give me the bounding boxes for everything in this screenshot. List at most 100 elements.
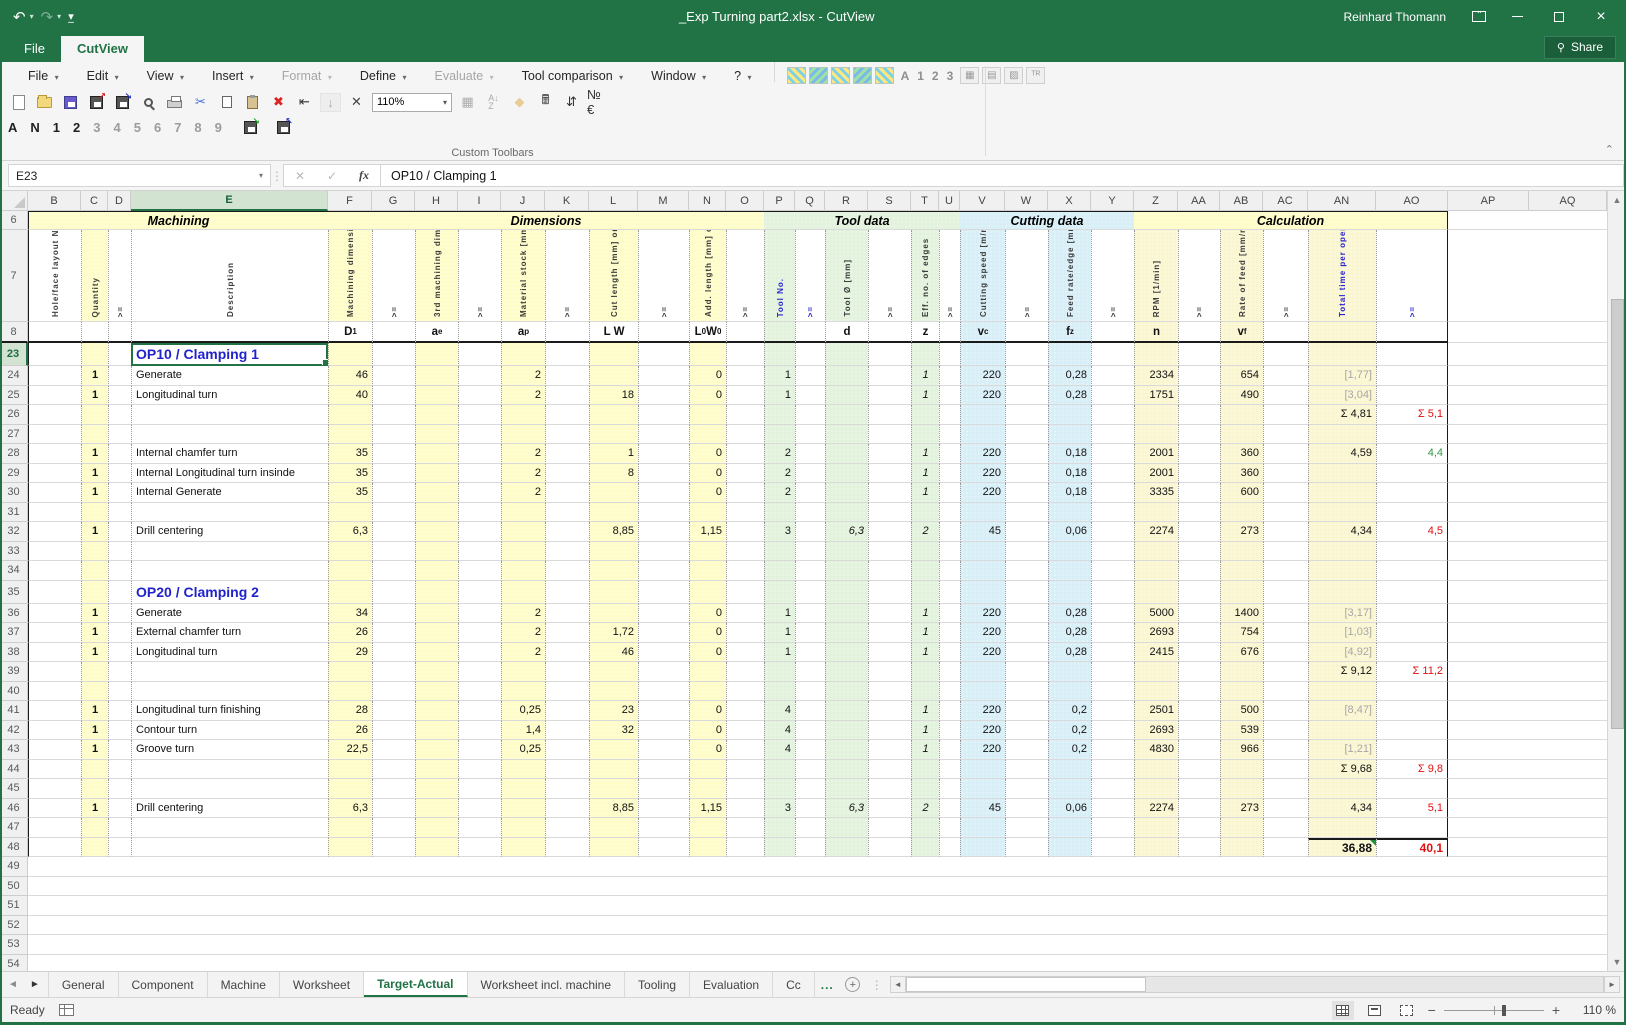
zoom-in-icon[interactable]: + [1552, 1002, 1560, 1018]
cell-W36[interactable] [1005, 604, 1048, 624]
cell-Z33[interactable] [1134, 542, 1178, 562]
cell-O34[interactable] [726, 561, 764, 581]
cell-AQ45[interactable] [1529, 779, 1607, 799]
cell-L41[interactable]: 23 [589, 701, 638, 721]
cell-Y35[interactable] [1091, 581, 1134, 604]
cell-B49[interactable] [28, 857, 81, 877]
cell-AQ38[interactable] [1529, 643, 1607, 663]
cell-K41[interactable] [545, 701, 589, 721]
cell-J38[interactable]: 2 [501, 643, 545, 663]
tab-overflow[interactable]: ... [815, 972, 840, 997]
cell-E35[interactable]: OP20 / Clamping 2 [131, 581, 328, 604]
sheet-tab-evaluation[interactable]: Evaluation [690, 972, 773, 997]
cell-Z41[interactable]: 2501 [1134, 701, 1178, 721]
cell-F46[interactable]: 6,3 [328, 799, 372, 819]
cell-X50[interactable] [1048, 877, 1091, 897]
cell-H52[interactable] [415, 916, 458, 936]
level-button-6[interactable]: 6 [154, 120, 161, 135]
cell-V30[interactable]: 220 [960, 483, 1005, 503]
cut-icon[interactable]: ✂ [190, 93, 211, 112]
cell-X52[interactable] [1048, 916, 1091, 936]
cell-AP45[interactable] [1448, 779, 1529, 799]
cell-T25[interactable]: 1 [911, 386, 939, 406]
cell-X46[interactable]: 0,06 [1048, 799, 1091, 819]
row-header-47[interactable]: 47 [0, 818, 28, 838]
formula-bar-splitter[interactable]: ⋮ [271, 164, 283, 187]
cell-M42[interactable] [638, 721, 689, 741]
cell-N31[interactable] [689, 503, 726, 523]
unit-header-AO[interactable] [1376, 322, 1448, 343]
row-header-37[interactable]: 37 [0, 623, 28, 643]
cell-AA41[interactable] [1178, 701, 1220, 721]
cell-Q25[interactable] [795, 386, 825, 406]
cell-V39[interactable] [960, 662, 1005, 682]
cell-U47[interactable] [939, 818, 960, 838]
cell-Q31[interactable] [795, 503, 825, 523]
cell-M35[interactable] [638, 581, 689, 604]
column-header-L[interactable]: L [589, 191, 638, 211]
field-header-D[interactable]: >= [108, 230, 131, 322]
cell-F32[interactable]: 6,3 [328, 522, 372, 542]
cell-C42[interactable]: 1 [81, 721, 108, 741]
cell-B34[interactable] [28, 561, 81, 581]
cell-V42[interactable]: 220 [960, 721, 1005, 741]
unit-header-H[interactable]: ae [415, 322, 458, 343]
cell-U52[interactable] [939, 916, 960, 936]
cell-D26[interactable] [108, 405, 131, 425]
cluster-button-a[interactable]: A [897, 69, 914, 83]
cell-AO43[interactable] [1376, 740, 1448, 760]
cell-AO26[interactable]: Σ 5,1 [1376, 405, 1448, 425]
cell-K34[interactable] [545, 561, 589, 581]
cell-AC45[interactable] [1263, 779, 1308, 799]
cell-C43[interactable]: 1 [81, 740, 108, 760]
cell-X37[interactable]: 0,28 [1048, 623, 1091, 643]
cell-AQ27[interactable] [1529, 425, 1607, 445]
cell-D32[interactable] [108, 522, 131, 542]
cell-T45[interactable] [911, 779, 939, 799]
cell-AB52[interactable] [1220, 916, 1263, 936]
cell-AB41[interactable]: 500 [1220, 701, 1263, 721]
cell-K33[interactable] [545, 542, 589, 562]
cell-AO50[interactable] [1376, 877, 1448, 897]
cell-Z54[interactable] [1134, 955, 1178, 972]
cell-D37[interactable] [108, 623, 131, 643]
column-header-W[interactable]: W [1005, 191, 1048, 211]
cell-Q49[interactable] [795, 857, 825, 877]
cell-AQ50[interactable] [1529, 877, 1607, 897]
cell-AA51[interactable] [1178, 896, 1220, 916]
cell-Y23[interactable] [1091, 343, 1134, 366]
cell-G46[interactable] [372, 799, 415, 819]
cell-F37[interactable]: 26 [328, 623, 372, 643]
cell-AP35[interactable] [1448, 581, 1529, 604]
row-header-31[interactable]: 31 [0, 503, 28, 523]
cell-O52[interactable] [726, 916, 764, 936]
cell-R30[interactable] [825, 483, 868, 503]
cell-G44[interactable] [372, 760, 415, 780]
cell-K38[interactable] [545, 643, 589, 663]
cell-H27[interactable] [415, 425, 458, 445]
cell-N28[interactable]: 0 [689, 444, 726, 464]
cell-M52[interactable] [638, 916, 689, 936]
cell-X47[interactable] [1048, 818, 1091, 838]
cell-AA30[interactable] [1178, 483, 1220, 503]
cell-O45[interactable] [726, 779, 764, 799]
cell-U45[interactable] [939, 779, 960, 799]
cell-J45[interactable] [501, 779, 545, 799]
cell-L39[interactable] [589, 662, 638, 682]
cell-G51[interactable] [372, 896, 415, 916]
cell-I36[interactable] [458, 604, 501, 624]
cell-L25[interactable]: 18 [589, 386, 638, 406]
cell-Y51[interactable] [1091, 896, 1134, 916]
unit-header-O[interactable] [726, 322, 764, 343]
cell-AB27[interactable] [1220, 425, 1263, 445]
cell-F43[interactable]: 22,5 [328, 740, 372, 760]
cell-U39[interactable] [939, 662, 960, 682]
cell-R29[interactable] [825, 464, 868, 484]
cell-N40[interactable] [689, 682, 726, 702]
cell-AN31[interactable] [1308, 503, 1376, 523]
cell-O39[interactable] [726, 662, 764, 682]
cell-E23[interactable]: OP10 / Clamping 1 [131, 343, 328, 366]
cell-S26[interactable] [868, 405, 911, 425]
zoom-slider-thumb[interactable] [1502, 1005, 1506, 1016]
cell-G50[interactable] [372, 877, 415, 897]
